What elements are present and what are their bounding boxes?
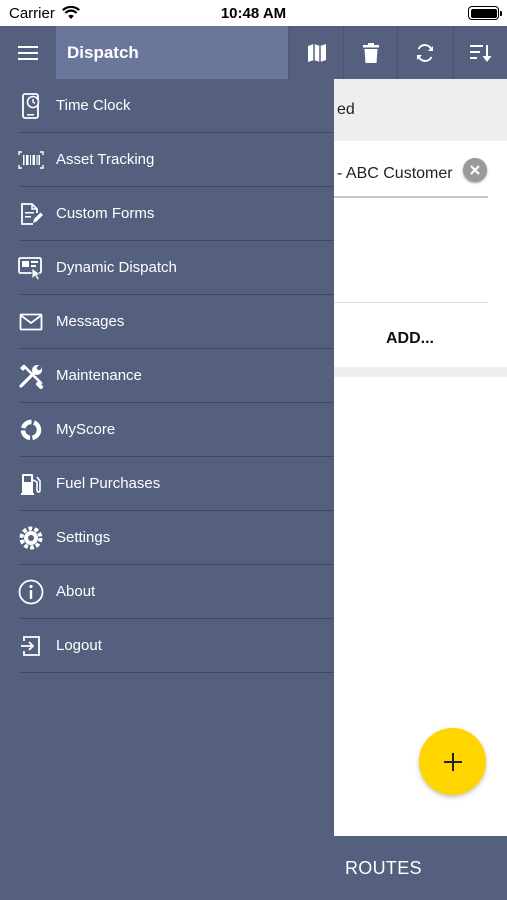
info-icon: [18, 579, 44, 605]
navigation-drawer: Time Clock Asset Tracking Custom Forms D…: [0, 79, 334, 900]
drawer-item-asset-tracking[interactable]: Asset Tracking: [0, 133, 334, 187]
drawer-item-myscore[interactable]: MyScore: [0, 403, 334, 457]
drawer-item-logout[interactable]: Logout: [0, 619, 334, 673]
map-button[interactable]: [289, 26, 343, 79]
menu-button[interactable]: [0, 26, 56, 79]
drawer-item-label: Custom Forms: [56, 205, 155, 222]
sort-button[interactable]: [453, 26, 507, 79]
drawer-item-about[interactable]: About: [0, 565, 334, 619]
drawer-item-label: Settings: [56, 529, 111, 546]
drawer-item-label: Messages: [56, 313, 125, 330]
envelope-icon: [18, 309, 44, 335]
tab-routes[interactable]: ROUTES: [345, 858, 422, 879]
tools-icon: [18, 363, 44, 389]
map-icon: [307, 43, 326, 62]
customer-field[interactable]: - ABC Customer: [337, 165, 453, 183]
fuel-pump-icon: [18, 471, 44, 497]
divider: [334, 302, 488, 303]
score-icon: [18, 417, 44, 443]
field-underline: [334, 196, 488, 198]
barcode-icon: [18, 147, 44, 173]
gear-icon: [18, 525, 44, 551]
drawer-divider: [20, 672, 334, 673]
drawer-item-maintenance[interactable]: Maintenance: [0, 349, 334, 403]
section-header-text: ed: [337, 101, 355, 118]
clear-field-button[interactable]: [463, 158, 487, 182]
title-box: Dispatch: [56, 26, 288, 79]
sort-icon: [469, 44, 491, 62]
drawer-item-label: Asset Tracking: [56, 151, 155, 168]
page-title: Dispatch: [67, 43, 139, 62]
app-header: Dispatch: [0, 26, 507, 79]
time-clock-icon: [18, 93, 44, 119]
drawer-item-time-clock[interactable]: Time Clock: [0, 79, 334, 133]
trash-icon: [362, 42, 379, 63]
delete-button[interactable]: [343, 26, 397, 79]
drawer-item-custom-forms[interactable]: Custom Forms: [0, 187, 334, 241]
drawer-item-label: Fuel Purchases: [56, 475, 161, 492]
hamburger-icon: [18, 45, 38, 60]
battery-icon: [468, 6, 502, 20]
drawer-item-messages[interactable]: Messages: [0, 295, 334, 349]
drawer-item-fuel-purchases[interactable]: Fuel Purchases: [0, 457, 334, 511]
drawer-item-label: Time Clock: [56, 97, 131, 114]
logout-icon: [18, 633, 44, 659]
drawer-item-label: About: [56, 583, 96, 600]
drawer-item-label: Logout: [56, 637, 102, 654]
status-bar: Carrier 10:48 AM: [0, 0, 507, 26]
form-edit-icon: [18, 201, 44, 227]
drawer-item-label: Maintenance: [56, 367, 142, 384]
plus-icon: [443, 752, 462, 771]
close-icon: [470, 165, 480, 175]
clock-time: 10:48 AM: [220, 5, 287, 22]
refresh-button[interactable]: [397, 26, 451, 79]
dispatch-icon: [18, 255, 44, 281]
drawer-item-label: Dynamic Dispatch: [56, 259, 177, 276]
drawer-item-dynamic-dispatch[interactable]: Dynamic Dispatch: [0, 241, 334, 295]
drawer-item-settings[interactable]: Settings: [0, 511, 334, 565]
refresh-icon: [416, 43, 433, 62]
add-button[interactable]: ADD...: [386, 330, 434, 348]
drawer-item-label: MyScore: [56, 421, 116, 438]
add-fab-button[interactable]: [419, 728, 486, 795]
